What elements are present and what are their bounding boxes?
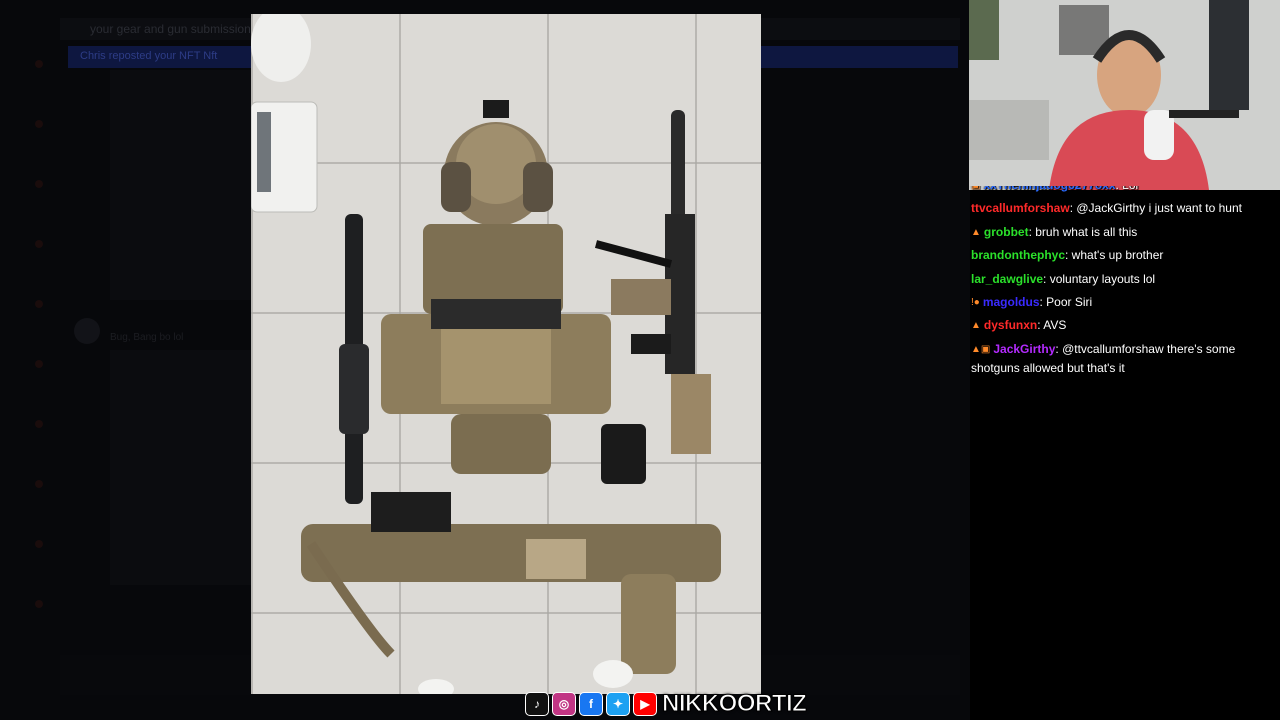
chat-text: : voluntary layouts lol: [1043, 271, 1156, 286]
chat-message: ▣xxTheninjadog6277oxx: Lol: [969, 186, 1280, 197]
chat-text: : bruh what is all this: [1028, 224, 1138, 239]
wall-art: [969, 0, 999, 60]
rifle-stock: [671, 374, 711, 454]
background-thumbnail: [110, 70, 260, 300]
chat-username[interactable]: JackGirthy: [993, 342, 1055, 356]
chat-message: ttvcallumforshaw: @JackGirthy i just wan…: [969, 197, 1280, 220]
couch: [969, 100, 1049, 160]
chat-username[interactable]: xxTheninjadog6277oxx: [983, 186, 1115, 192]
sub-icon: ▣: [971, 186, 980, 197]
chat-text: : what's up brother: [1065, 248, 1164, 263]
background-banner-text: Chris reposted your NFT Nft: [80, 50, 218, 62]
background-user-line: Bug, Bang bo lol: [110, 332, 184, 343]
tiktok-icon: ♪: [525, 692, 549, 716]
pistol: [601, 424, 646, 484]
chat-message: brandonthephyc: what's up brother: [969, 244, 1280, 267]
doorway: [1209, 0, 1249, 110]
chat-username[interactable]: grobbet: [984, 225, 1029, 239]
chat-username[interactable]: lar_dawglive: [971, 272, 1043, 286]
mod-icon: ▲▣: [971, 343, 991, 355]
streamer-handle: NIKKOORTIZ: [661, 690, 807, 718]
gear-photo[interactable]: [251, 14, 761, 694]
chat-message: ▲ grobbet: bruh what is all this: [969, 221, 1280, 244]
chat-username[interactable]: dysfunxn: [984, 318, 1037, 332]
stream-chat: ▣xxTheninjadog6277oxx: Lolttvcallumforsh…: [969, 186, 1280, 436]
founder-icon: ▲: [971, 320, 981, 332]
headset-cup: [441, 162, 471, 212]
speaker-object: [251, 14, 311, 82]
chat-message: ▲ dysfunxn: AVS: [969, 314, 1280, 337]
background-server-rail: [30, 60, 48, 660]
belt-magazines: [371, 492, 451, 532]
chat-message: ▲▣ JackGirthy: @ttvcallumforshaw there's …: [969, 338, 1280, 378]
rifle-sling: [594, 240, 673, 268]
background-channel-title: your gear and gun submissions: [90, 22, 257, 36]
gear-layout-illustration: [251, 14, 721, 694]
admin-pouch: [441, 324, 551, 404]
device-grille: [257, 112, 271, 192]
chat-message-list: ▣xxTheninjadog6277oxx: Lolttvcallumforsh…: [969, 186, 1280, 378]
chat-message: !● magoldus: Poor Siri: [969, 291, 1280, 314]
chat-text: : Lol: [1116, 186, 1139, 192]
instagram-icon: ◎: [552, 692, 576, 716]
chat-text: : AVS: [1037, 318, 1067, 333]
rifle-magazine: [611, 279, 671, 315]
webcam-illustration: [969, 0, 1280, 190]
chat-text: : Poor Siri: [1039, 295, 1093, 310]
twitter-icon: ✦: [606, 692, 630, 716]
verified-icon: !●: [971, 297, 980, 309]
battle-belt: [301, 524, 721, 582]
night-vision-mount: [483, 100, 509, 118]
background-avatar: [74, 318, 100, 344]
background-thumbnail: [110, 350, 260, 585]
chat-text: : @JackGirthy i just want to hunt: [1069, 201, 1242, 216]
ifak-pouch: [526, 539, 586, 579]
social-icons: ♪ ◎ f ✦ ▶: [525, 692, 657, 716]
chat-message: lar_dawglive: voluntary layouts lol: [969, 268, 1280, 291]
social-bar: ♪ ◎ f ✦ ▶ NIKKOORTIZ: [525, 690, 807, 718]
holster: [621, 574, 676, 674]
mic-arm: [1169, 110, 1239, 118]
streamer-webcam: [969, 0, 1280, 190]
magazine-rows: [431, 299, 561, 329]
youtube-icon: ▶: [633, 692, 657, 716]
founder-icon: ▲: [971, 226, 981, 238]
chat-username[interactable]: brandonthephyc: [971, 248, 1065, 262]
rifle-suppressor: [671, 110, 685, 220]
chat-username[interactable]: ttvcallumforshaw: [971, 201, 1070, 215]
facebook-icon: f: [579, 692, 603, 716]
chat-username[interactable]: magoldus: [983, 295, 1040, 309]
dump-pouch: [451, 414, 551, 474]
